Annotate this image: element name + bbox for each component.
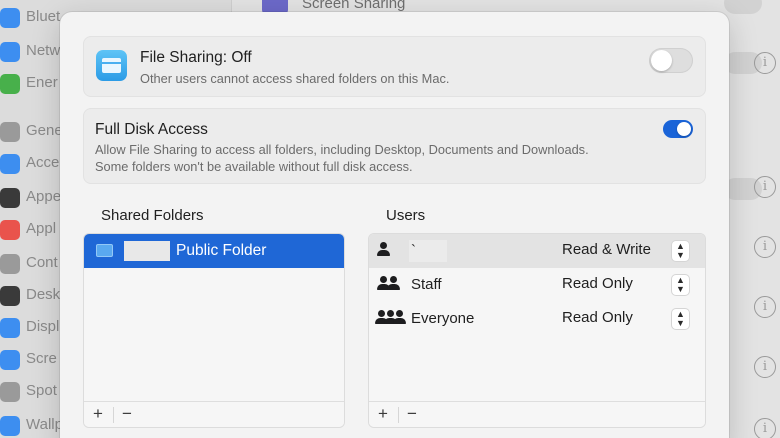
footer-divider <box>398 407 399 423</box>
spotlight-icon <box>0 382 20 402</box>
control-centre-icon <box>0 254 20 274</box>
users-heading: Users <box>386 207 426 224</box>
bg-sidebar-label: Bluet <box>26 8 61 25</box>
user-row[interactable]: Everyone Read Only ▲ ▼ <box>369 302 705 336</box>
person-icon <box>377 242 407 260</box>
add-user-button[interactable]: + <box>372 405 394 425</box>
toggle-knob <box>677 122 691 136</box>
screen-saver-icon <box>0 350 20 370</box>
permission-stepper[interactable]: ▲ ▼ <box>672 309 689 329</box>
siri-icon <box>0 220 20 240</box>
bg-sidebar-label: Scre <box>26 350 57 367</box>
redacted-username <box>124 241 170 261</box>
info-icon: i <box>754 176 776 198</box>
bg-sidebar-label: Appe <box>26 188 62 205</box>
full-disk-access-line-1: Allow File Sharing to access all folders… <box>95 142 589 157</box>
bg-sidebar-label: Cont <box>26 254 58 271</box>
bg-sidebar-label: Wallp <box>26 416 63 433</box>
full-disk-access-description: Allow File Sharing to access all folders… <box>95 141 589 175</box>
info-icon: i <box>754 236 776 258</box>
user-row[interactable]: ` Read & Write ▲ ▼ <box>369 234 705 268</box>
chevron-down-icon: ▼ <box>676 318 685 328</box>
user-name: ` <box>411 242 416 259</box>
user-name: Staff <box>411 276 442 293</box>
file-sharing-toggle[interactable] <box>649 48 693 73</box>
bg-sidebar-label: Appl <box>26 220 57 237</box>
wallpaper-icon <box>0 416 20 436</box>
group-icon <box>377 276 407 294</box>
network-icon <box>0 42 20 62</box>
permission-value[interactable]: Read Only <box>562 309 633 326</box>
info-icon: i <box>754 52 776 74</box>
file-sharing-title: File Sharing: Off <box>140 49 252 66</box>
bg-sidebar-label: Gene <box>26 122 63 139</box>
add-folder-button[interactable]: + <box>87 405 109 425</box>
info-icon: i <box>754 296 776 318</box>
remove-user-button[interactable]: − <box>401 405 423 425</box>
display-icon <box>0 318 20 338</box>
folder-icon <box>96 50 127 81</box>
full-disk-access-line-2: Some folders won't be available without … <box>95 159 413 174</box>
permission-value[interactable]: Read Only <box>562 275 633 292</box>
users-list: ` Read & Write ▲ ▼ Staff Read Only ▲ ▼ Eve… <box>368 233 706 428</box>
full-disk-access-title: Full Disk Access <box>95 121 208 138</box>
users-footer: + − <box>369 401 705 427</box>
bg-sidebar-label: Desk <box>26 286 61 303</box>
appearance-icon <box>0 188 20 208</box>
file-sharing-subtitle: Other users cannot access shared folders… <box>140 71 450 86</box>
user-row[interactable]: Staff Read Only ▲ ▼ <box>369 268 705 302</box>
bg-sidebar-label: Spot <box>26 382 57 399</box>
accessibility-icon <box>0 154 20 174</box>
desktop-icon <box>0 286 20 306</box>
bg-sidebar-label: Displ <box>26 318 60 335</box>
full-disk-access-toggle[interactable] <box>663 120 693 138</box>
bg-sidebar-label: Acce <box>26 154 60 171</box>
file-sharing-sheet: File Sharing: Off Other users cannot acc… <box>60 12 729 438</box>
permission-stepper[interactable]: ▲ ▼ <box>672 241 689 261</box>
toggle-knob <box>651 50 672 71</box>
shared-folders-footer: + − <box>84 401 344 427</box>
bg-screen-sharing-label: Screen Sharing <box>302 0 406 12</box>
info-icon: i <box>754 356 776 378</box>
bg-sidebar-label: Netw <box>26 42 61 59</box>
file-sharing-card: File Sharing: Off Other users cannot acc… <box>83 36 706 97</box>
bg-sidebar-label: Ener <box>26 74 58 91</box>
bluetooth-icon <box>0 8 20 28</box>
info-icon: i <box>754 418 776 438</box>
everyone-icon <box>375 310 409 328</box>
shared-folders-heading: Shared Folders <box>101 207 204 224</box>
permission-stepper[interactable]: ▲ ▼ <box>672 275 689 295</box>
shared-folder-name: Public Folder <box>176 242 267 259</box>
shared-folders-list: Public Folder + − <box>83 233 345 428</box>
chevron-down-icon: ▼ <box>676 284 685 294</box>
permission-value[interactable]: Read & Write <box>562 241 651 258</box>
full-disk-access-card: Full Disk Access Allow File Sharing to a… <box>83 108 706 184</box>
gear-icon <box>0 122 20 142</box>
energy-icon <box>0 74 20 94</box>
user-name: Everyone <box>411 310 475 327</box>
shared-folder-row[interactable]: Public Folder <box>84 234 344 268</box>
folder-icon <box>96 244 113 257</box>
footer-divider <box>113 407 114 423</box>
bg-toggle <box>724 0 762 14</box>
chevron-down-icon: ▼ <box>676 250 685 260</box>
remove-folder-button[interactable]: − <box>116 405 138 425</box>
